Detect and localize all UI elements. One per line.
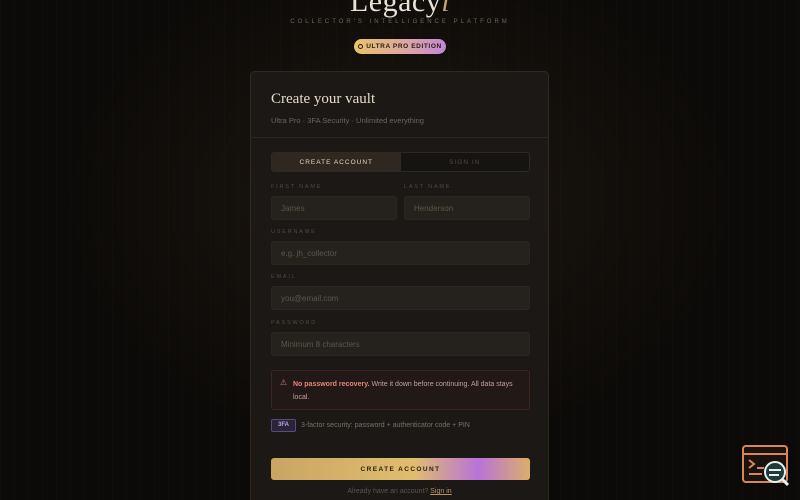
last-name-field[interactable]: Henderson bbox=[404, 196, 530, 220]
username-label: USERNAME bbox=[271, 229, 317, 235]
username-field[interactable]: e.g. jh_collector bbox=[271, 241, 530, 265]
last-name-label: LAST NAME bbox=[404, 184, 452, 190]
warning-icon: ⚠ bbox=[280, 378, 288, 387]
edition-badge: ULTRA PRO EDITION bbox=[354, 39, 446, 54]
card-divider bbox=[251, 137, 548, 138]
brand-name: Legacy bbox=[349, 0, 442, 18]
auth-tabs: CREATE ACCOUNT SIGN IN bbox=[271, 152, 530, 172]
card-subtitle: Ultra Pro · 3FA Security · Unlimited eve… bbox=[271, 116, 424, 125]
first-name-field[interactable]: James bbox=[271, 196, 397, 220]
signin-prompt: Already have an account? Sign in bbox=[251, 488, 548, 495]
signin-prompt-text: Already have an account? bbox=[347, 488, 429, 495]
security-badge: 3FA bbox=[271, 418, 296, 432]
password-label: PASSWORD bbox=[271, 320, 318, 326]
signup-card: Create your vault Ultra Pro · 3FA Securi… bbox=[250, 71, 549, 500]
page: Legacyi COLLECTOR'S INTELLIGENCE PLATFOR… bbox=[0, 0, 800, 500]
tab-sign-in[interactable]: SIGN IN bbox=[401, 153, 530, 171]
tab-create-account[interactable]: CREATE ACCOUNT bbox=[272, 153, 401, 171]
email-label: EMAIL bbox=[271, 274, 297, 280]
ring-icon bbox=[358, 44, 364, 49]
security-text: 3-factor security: password + authentica… bbox=[301, 421, 470, 429]
security-note: 3FA 3-factor security: password + authen… bbox=[271, 418, 470, 432]
edition-label: ULTRA PRO EDITION bbox=[366, 43, 442, 50]
brand-name-accent: i bbox=[441, 0, 451, 18]
brand-tagline: COLLECTOR'S INTELLIGENCE PLATFORM bbox=[290, 19, 510, 25]
create-account-button[interactable]: CREATE ACCOUNT bbox=[271, 458, 530, 480]
terminal-search-icon[interactable] bbox=[742, 445, 790, 487]
card-title: Create your vault bbox=[271, 91, 376, 107]
password-field[interactable]: Minimum 8 characters bbox=[271, 332, 530, 356]
first-name-label: FIRST NAME bbox=[271, 184, 323, 190]
email-field[interactable]: you@email.com bbox=[271, 286, 530, 310]
warning-bold: No password recovery. bbox=[293, 381, 370, 388]
recovery-warning: ⚠ No password recovery. Write it down be… bbox=[271, 370, 530, 410]
signin-link[interactable]: Sign in bbox=[430, 488, 451, 495]
brand-logo: Legacyi bbox=[0, 0, 800, 18]
warning-text: No password recovery. Write it down befo… bbox=[293, 378, 523, 404]
